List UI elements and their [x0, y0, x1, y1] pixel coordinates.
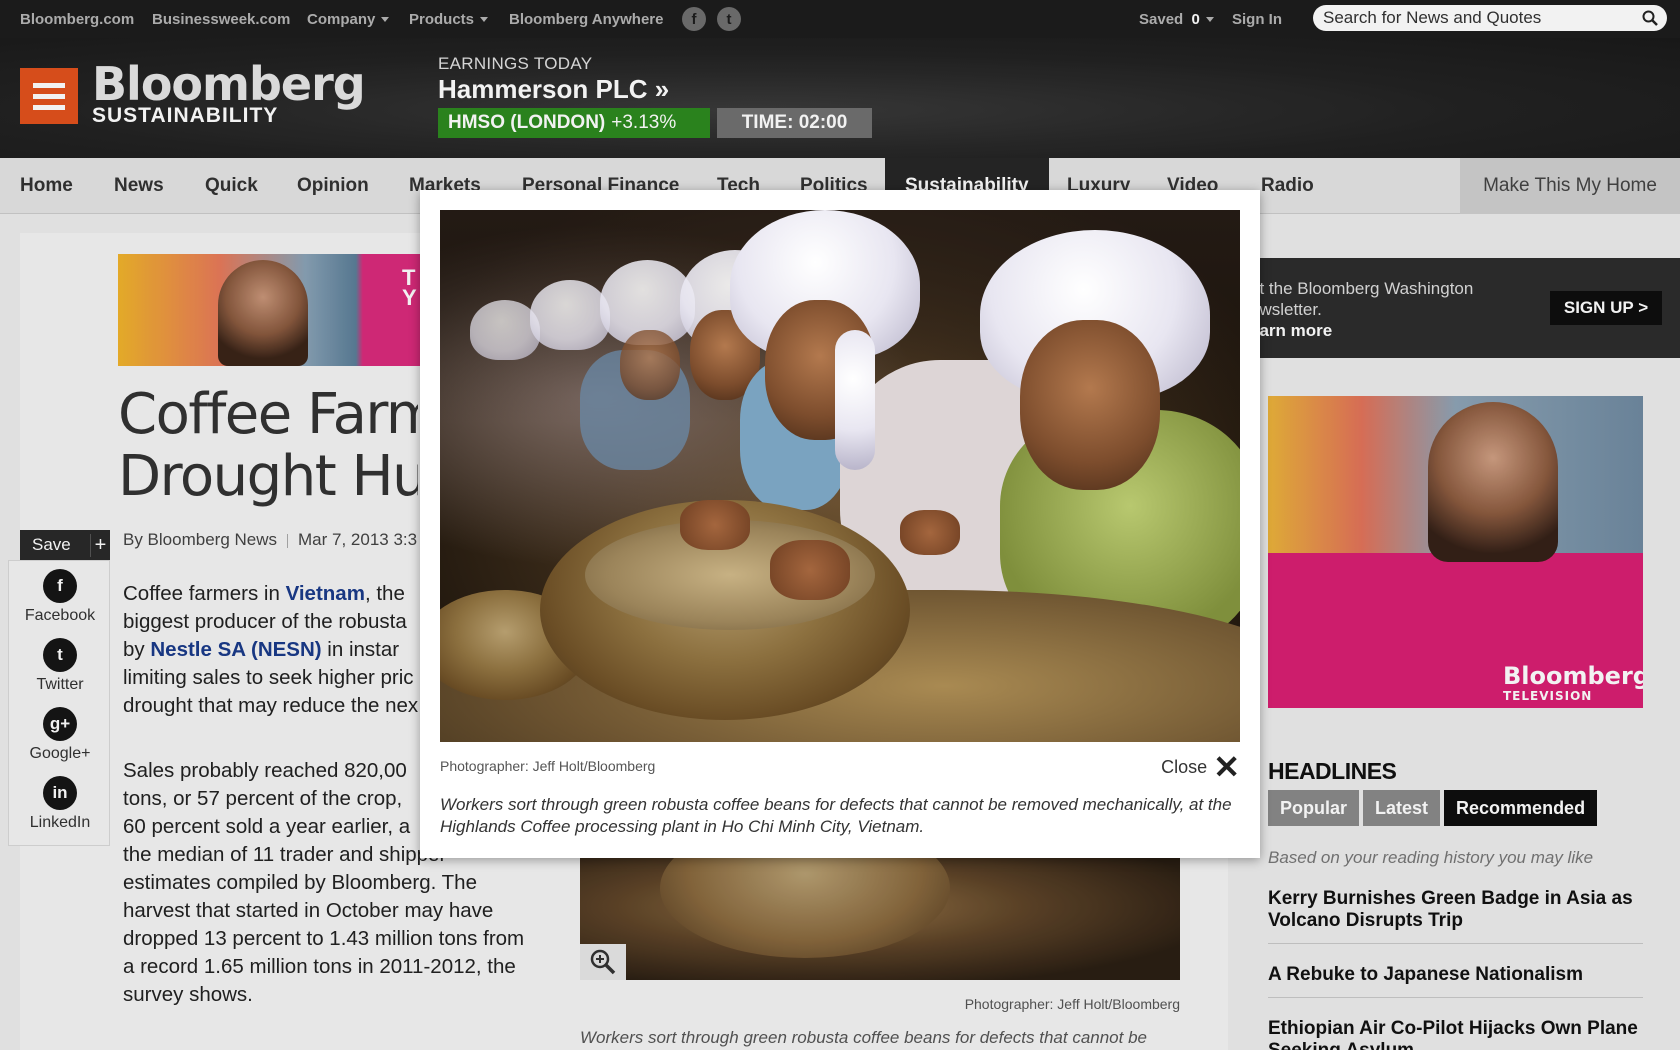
close-label: Close [1161, 756, 1208, 777]
lightbox-caption: Workers sort through green robusta coffe… [440, 795, 1232, 836]
lightbox-photo [440, 210, 1240, 742]
photo-lightbox: Photographer: Jeff Holt/Bloomberg Close … [420, 190, 1260, 858]
close-icon: ✕ [1213, 749, 1240, 785]
lightbox-photo-credit: Photographer: Jeff Holt/Bloomberg [440, 758, 656, 774]
close-button[interactable]: Close ✕ [1108, 750, 1240, 784]
